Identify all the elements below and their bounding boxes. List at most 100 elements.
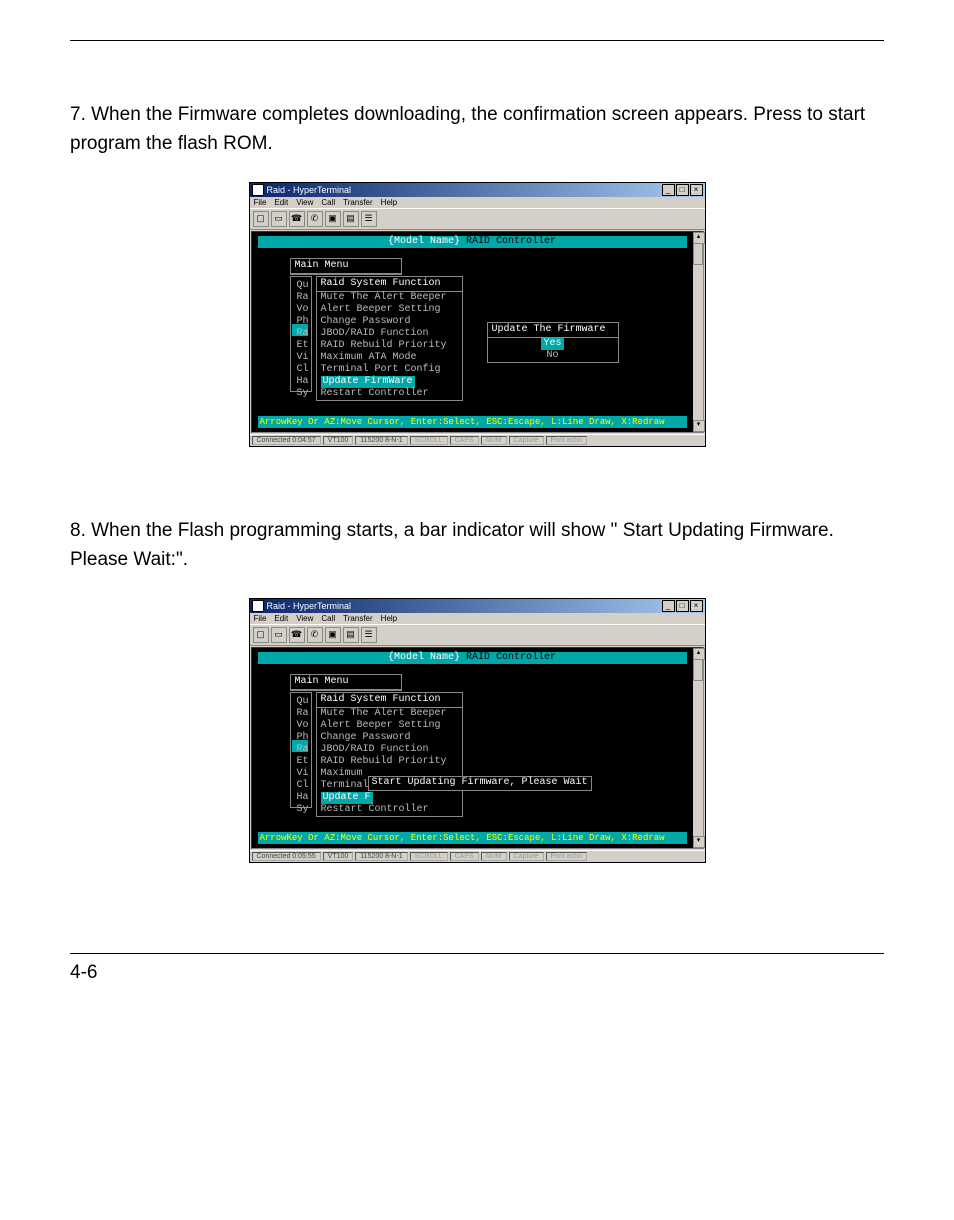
rsf-item[interactable]: JBOD/RAID Function [321,744,458,756]
menu-call[interactable]: Call [321,198,335,207]
window-title: Raid - HyperTerminal [267,601,352,611]
rsf-item[interactable]: Mute The Alert Beeper [321,292,458,304]
rsf-item[interactable]: Maximum ATA Mode [321,352,458,364]
status-num: NUM [481,852,507,861]
rsf-item[interactable]: Mute The Alert Beeper [321,708,458,720]
menu-edit[interactable]: Edit [274,614,288,623]
tb-receive-icon[interactable]: ▤ [343,211,359,227]
tb-disconnect-icon[interactable]: ✆ [307,627,323,643]
confirm-yes[interactable]: Yes [492,338,614,350]
rsf-item[interactable]: Change Password [321,316,458,328]
menu-help[interactable]: Help [381,614,397,623]
top-rule [70,40,884,41]
rsf-title: Raid System Function [317,693,462,708]
rsf-list: Mute The Alert Beeper Alert Beeper Setti… [317,292,462,400]
scroll-down-icon[interactable]: ▾ [693,836,705,848]
status-bar: Connected 0:04:57 VT100 115200 8-N-1 SCR… [250,434,705,446]
minimize-button[interactable]: _ [662,184,675,196]
toolbar: ▢ ▭ ☎ ✆ ▣ ▤ ☰ [250,208,705,230]
maximize-button[interactable]: □ [676,184,689,196]
menu-file[interactable]: File [254,198,267,207]
tb-connect-icon[interactable]: ☎ [289,211,305,227]
term-title-model: {Model Name} [388,652,460,663]
status-scroll: SCROLL [410,436,448,445]
rsf-item[interactable]: Restart Controller [321,388,458,400]
term-helpbar: ArrowKey Or AZ:Move Cursor, Enter:Select… [258,832,687,844]
status-printecho: Print echo [546,852,588,861]
menu-file[interactable]: File [254,614,267,623]
minimize-button[interactable]: _ [662,600,675,612]
rsf-title: Raid System Function [317,277,462,292]
scroll-down-icon[interactable]: ▾ [693,420,705,432]
rsf-item[interactable]: Update F [321,792,458,804]
menu-help[interactable]: Help [381,198,397,207]
status-printecho: Print echo [546,436,588,445]
screenshot-2: Raid - HyperTerminal _ □ × File Edit Vie… [70,598,884,863]
tb-props-icon[interactable]: ☰ [361,627,377,643]
tb-new-icon[interactable]: ▢ [253,627,269,643]
rsf-item[interactable]: RAID Rebuild Priority [321,756,458,768]
main-menu-title: Main Menu [291,259,401,274]
rsf-item[interactable]: JBOD/RAID Function [321,328,458,340]
term-title-label: RAID Controller [460,236,556,247]
menu-transfer[interactable]: Transfer [343,198,373,207]
confirm-box[interactable]: Update The Firmware Yes No [487,322,619,363]
window-titlebar: Raid - HyperTerminal _ □ × [250,599,705,613]
rsf-item[interactable]: Change Password [321,732,458,744]
rsf-item[interactable]: Restart Controller [321,804,458,816]
maximize-button[interactable]: □ [676,600,689,612]
screenshot-1: Raid - HyperTerminal _ □ × File Edit Vie… [70,182,884,447]
main-menu-sideitems: Qu Ra Vo Ph Ra Et Vi Cl Ha Sy [297,696,309,816]
tb-send-icon[interactable]: ▣ [325,211,341,227]
progress-msg: Start Updating Firmware, Please Wait [369,777,591,789]
rsf-item[interactable]: Alert Beeper Setting [321,720,458,732]
rsf-item[interactable]: Update FirmWare [321,376,458,388]
menu-transfer[interactable]: Transfer [343,614,373,623]
app-icon [252,600,264,612]
page-number: 4-6 [70,962,884,984]
status-capture: Capture [509,436,544,445]
main-menu-box: Main Menu [290,258,402,275]
rsf-box[interactable]: Raid System Function Mute The Alert Beep… [316,692,463,817]
menu-edit[interactable]: Edit [274,198,288,207]
status-capture: Capture [509,852,544,861]
rsf-box[interactable]: Raid System Function Mute The Alert Beep… [316,276,463,401]
term-title: {Model Name} RAID Controller [258,236,687,248]
main-menu-title: Main Menu [291,675,401,690]
menu-bar: File Edit View Call Transfer Help [250,197,705,208]
close-button[interactable]: × [690,184,703,196]
rsf-item[interactable]: Alert Beeper Setting [321,304,458,316]
toolbar: ▢ ▭ ☎ ✆ ▣ ▤ ☰ [250,624,705,646]
tb-new-icon[interactable]: ▢ [253,211,269,227]
menu-view[interactable]: View [296,614,313,623]
status-emu: VT100 [323,852,354,861]
tb-props-icon[interactable]: ☰ [361,211,377,227]
rsf-item[interactable]: Terminal Port Config [321,364,458,376]
tb-send-icon[interactable]: ▣ [325,627,341,643]
status-bar: Connected 0:05:55 VT100 115200 8-N-1 SCR… [250,850,705,862]
rsf-item[interactable]: RAID Rebuild Priority [321,340,458,352]
scrollbar[interactable]: ▴ ▾ [693,648,703,848]
terminal-screen: {Model Name} RAID Controller Main Menu Q… [252,648,693,848]
step8-text: 8. When the Flash programming starts, a … [70,517,884,574]
progress-box: Start Updating Firmware, Please Wait [368,776,592,791]
menu-call[interactable]: Call [321,614,335,623]
window-title: Raid - HyperTerminal [267,185,352,195]
tb-open-icon[interactable]: ▭ [271,627,287,643]
close-button[interactable]: × [690,600,703,612]
tb-disconnect-icon[interactable]: ✆ [307,211,323,227]
term-helpbar: ArrowKey Or AZ:Move Cursor, Enter:Select… [258,416,687,428]
menu-view[interactable]: View [296,198,313,207]
scroll-thumb[interactable] [693,659,703,681]
scroll-thumb[interactable] [693,243,703,265]
tb-open-icon[interactable]: ▭ [271,211,287,227]
menu-bar: File Edit View Call Transfer Help [250,613,705,624]
confirm-no[interactable]: No [492,350,614,362]
scrollbar[interactable]: ▴ ▾ [693,232,703,432]
status-scroll: SCROLL [410,852,448,861]
tb-receive-icon[interactable]: ▤ [343,627,359,643]
status-num: NUM [481,436,507,445]
status-connected: Connected 0:04:57 [252,436,321,445]
tb-connect-icon[interactable]: ☎ [289,627,305,643]
status-emu: VT100 [323,436,354,445]
